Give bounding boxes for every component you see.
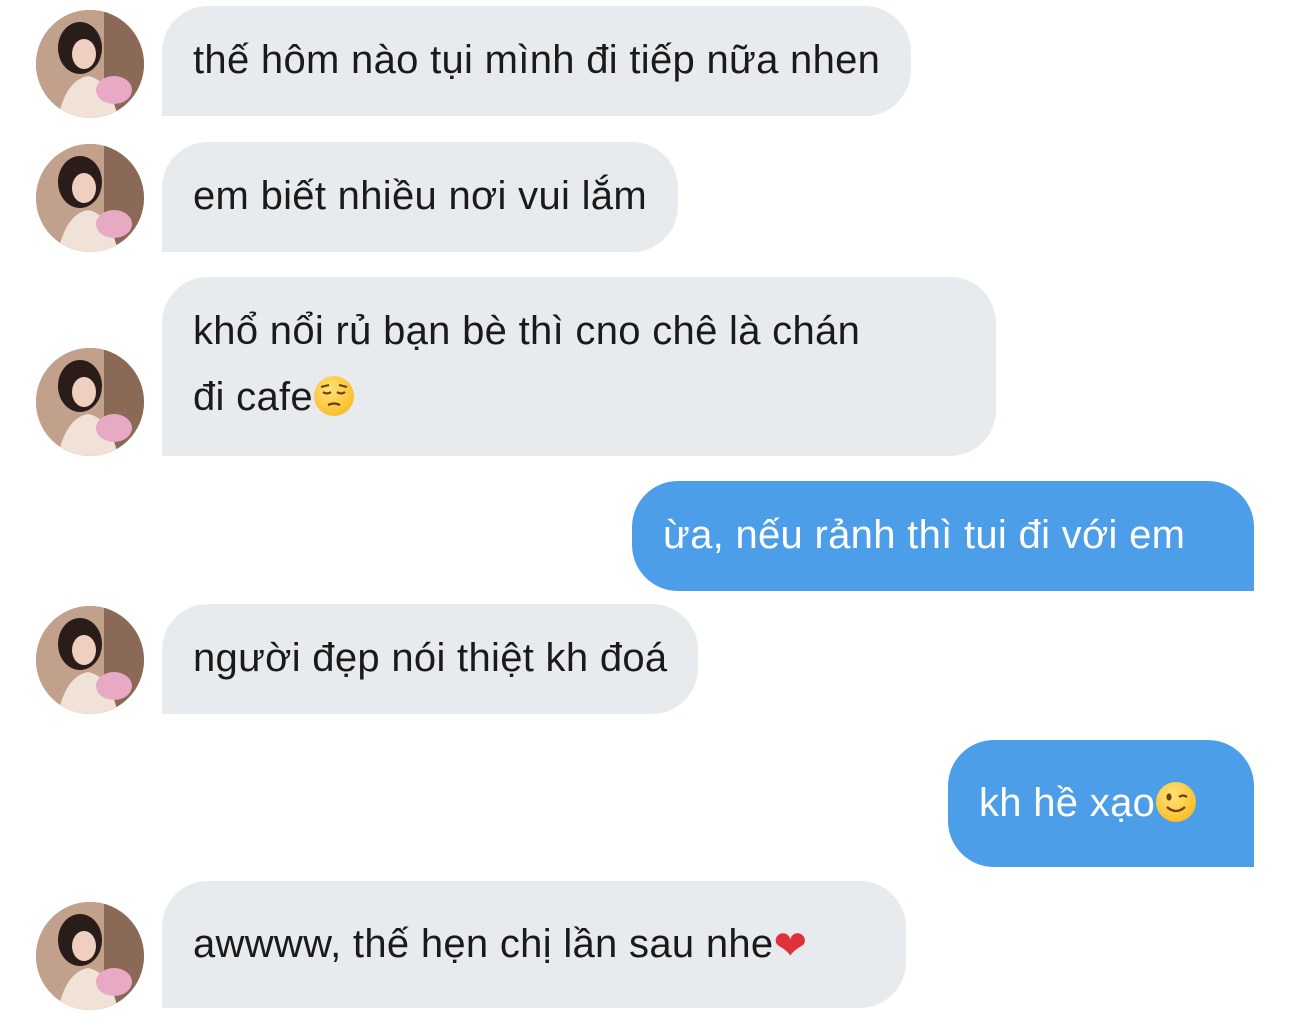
contact-avatar[interactable] (36, 10, 144, 118)
message-bubble-outgoing: kh hề xạo (948, 740, 1254, 867)
avatar-photo-icon (36, 144, 144, 252)
contact-avatar[interactable] (36, 144, 144, 252)
message-bubble-outgoing: ừa, nếu rảnh thì tui đi với em (632, 481, 1254, 591)
message-bubble-incoming: em biết nhiều nơi vui lắm (162, 142, 678, 252)
message-bubble-incoming: người đẹp nói thiệt kh đoá (162, 604, 699, 714)
message-text: em biết nhiều nơi vui lắm (193, 174, 647, 218)
avatar-photo-icon (36, 348, 144, 456)
message-text: người đẹp nói thiệt kh đoá (193, 636, 668, 680)
avatar-photo-icon (36, 902, 144, 1010)
avatar-photo-icon (36, 606, 144, 714)
pensive-face-emoji-icon (313, 376, 354, 416)
avatar-photo-icon (36, 10, 144, 118)
message-text: awwww, thế hẹn chị lần sau nhe (193, 922, 774, 966)
message-bubble-incoming: thế hôm nào tụi mình đi tiếp nữa nhen (162, 6, 912, 116)
contact-avatar[interactable] (36, 606, 144, 714)
message-text-line: đi cafe (193, 364, 965, 430)
contact-avatar[interactable] (36, 902, 144, 1010)
contact-avatar[interactable] (36, 348, 144, 456)
message-text-line: khổ nổi rủ bạn bè thì cno chê là chán (193, 309, 861, 353)
message-text: kh hề xạo (979, 781, 1156, 825)
message-text: thế hôm nào tụi mình đi tiếp nữa nhen (193, 38, 881, 82)
message-text: ừa, nếu rảnh thì tui đi với em (663, 513, 1186, 557)
message-bubble-incoming: awwww, thế hẹn chị lần sau nhe❤ (162, 881, 906, 1008)
message-bubble-incoming: khổ nổi rủ bạn bè thì cno chê là chán đi… (162, 277, 996, 456)
winking-face-emoji-icon (1156, 782, 1197, 822)
red-heart-emoji-icon: ❤ (773, 923, 808, 969)
